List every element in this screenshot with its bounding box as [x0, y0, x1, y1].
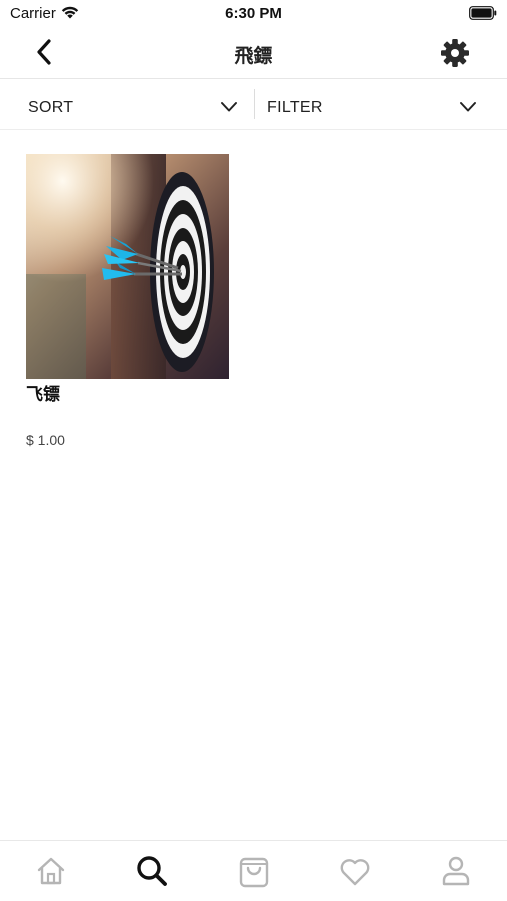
product-image	[26, 154, 229, 379]
home-icon	[37, 857, 65, 885]
chevron-down-icon	[221, 102, 237, 112]
tab-search[interactable]	[134, 853, 170, 889]
product-card[interactable]: 飞镖 $ 1.00	[26, 154, 229, 454]
tab-profile[interactable]	[438, 853, 474, 889]
battery-icon	[469, 6, 497, 20]
sort-label: SORT	[28, 99, 74, 116]
tab-home[interactable]	[33, 853, 69, 889]
tab-bar	[0, 840, 507, 901]
profile-icon	[442, 856, 470, 886]
filter-label: FILTER	[267, 99, 323, 116]
product-name: 飞镖	[26, 385, 60, 404]
page-title: 飛鏢	[234, 46, 273, 67]
nav-bar: 飛鏢	[0, 28, 507, 79]
heart-icon	[340, 859, 370, 886]
dartboard-photo	[26, 154, 229, 379]
sort-dropdown[interactable]: SORT	[0, 79, 254, 129]
chevron-down-icon	[460, 102, 476, 112]
search-icon	[137, 856, 167, 886]
tab-shopping-bag[interactable]	[236, 853, 272, 889]
settings-button[interactable]	[439, 37, 471, 69]
product-price: $ 1.00	[26, 432, 65, 448]
filter-dropdown[interactable]: FILTER	[255, 79, 507, 129]
tab-favorites[interactable]	[337, 853, 373, 889]
shopping-bag-icon	[239, 857, 269, 888]
clock: 6:30 PM	[225, 5, 282, 22]
gear-icon	[441, 39, 469, 67]
status-bar: Carrier 6:30 PM	[0, 0, 507, 28]
sort-filter-bar: SORT FILTER	[0, 79, 507, 130]
